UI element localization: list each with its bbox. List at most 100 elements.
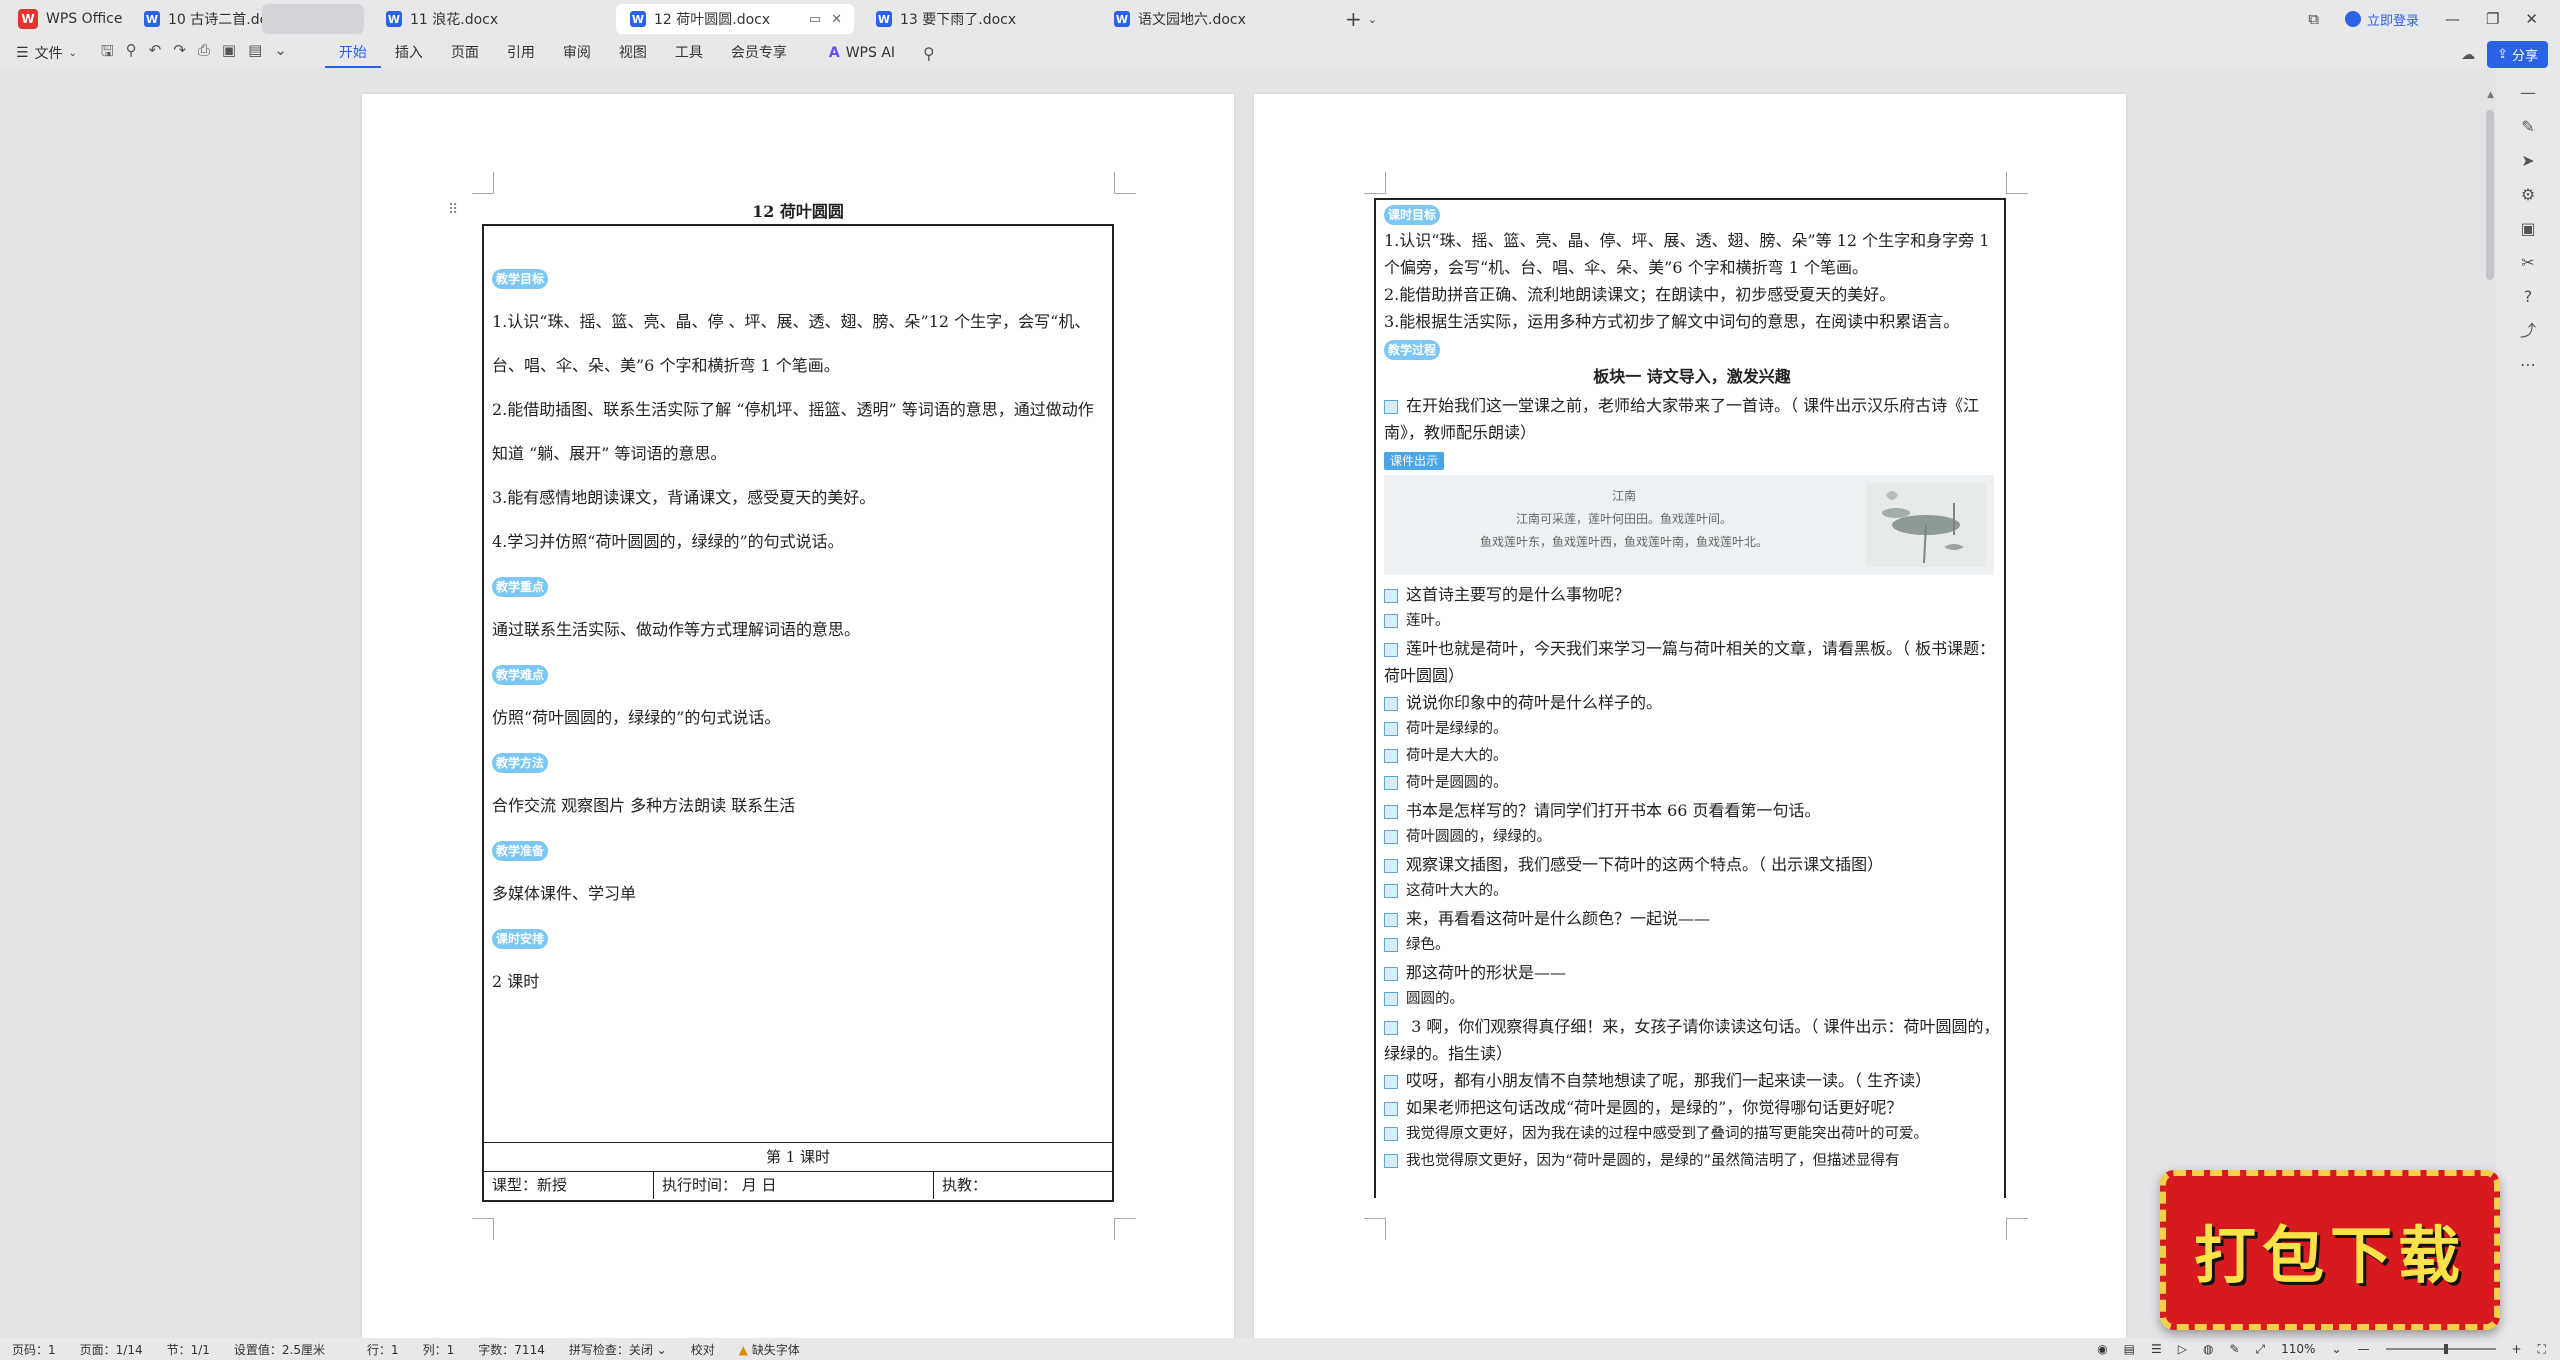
web-view-icon[interactable]: ◍ [2203, 1342, 2213, 1356]
more-icon[interactable]: ⋯ [2517, 354, 2539, 376]
dialog-line: 说说你印象中的荷叶是什么样子的。 [1406, 693, 1663, 712]
tab-start[interactable]: 开始 [324, 38, 381, 68]
dialog-line: 来，再看看这荷叶是什么颜色？一起说—— [1406, 909, 1711, 928]
restore-icon[interactable]: ❐ [2486, 10, 2499, 28]
student-marker-icon [1384, 884, 1398, 898]
status-pages[interactable]: 页面：1/14 [68, 1341, 155, 1358]
window-layout-icon[interactable]: ⧉ [2308, 10, 2319, 28]
document-canvas[interactable]: ⠿ 12 荷叶圆圆 教学目标 1.认识“珠、摇、篮、亮、晶、停 、坪、展、透、翅… [0, 68, 2496, 1338]
page-view-icon[interactable]: ▤ [2124, 1342, 2135, 1356]
tab-page[interactable]: 页面 [437, 38, 493, 68]
image-edit-icon[interactable]: ▣ [2517, 218, 2539, 240]
search-doc-icon[interactable]: ⚲ [126, 41, 137, 66]
new-tab-button[interactable]: + ⌄ [1345, 4, 1377, 34]
zoom-slider[interactable] [2385, 1344, 2496, 1354]
status-section[interactable]: 节：1/1 [155, 1341, 222, 1358]
doc-tab-4[interactable]: W 13 要下雨了.docx [862, 4, 1030, 34]
minimize-icon[interactable]: — [2445, 10, 2460, 28]
write-mode-icon[interactable]: ✎ [2229, 1342, 2239, 1356]
dialog-line: 荷叶是圆圆的。 [1406, 775, 1508, 791]
doc-tab-2[interactable]: W 11 浪花.docx [372, 4, 512, 34]
status-words[interactable]: 字数：7114 [466, 1341, 557, 1358]
dialog-line: 绿色。 [1406, 937, 1450, 953]
share-button[interactable]: ⇪ 分享 [2487, 41, 2548, 68]
search-icon[interactable]: ⚲ [923, 44, 935, 63]
chevron-down-icon: ⌄ [68, 47, 77, 59]
tab-view[interactable]: 视图 [605, 38, 661, 68]
document-page-2[interactable]: 课时目标 1.认识“珠、摇、篮、亮、晶、停、坪、展、透、翅、膀、朵”等 12 个… [1254, 94, 2126, 1338]
tab-review[interactable]: 审阅 [549, 38, 605, 68]
dialog-line: 圆圆的。 [1406, 991, 1464, 1007]
status-missing-font[interactable]: ▲ 缺失字体 [727, 1341, 812, 1358]
dialog-line: 荷叶圆圆的，绿绿的。 [1406, 829, 1551, 845]
pin-icon[interactable]: ▭ [809, 12, 821, 27]
close-window-icon[interactable]: ✕ [2525, 10, 2538, 28]
tab-insert[interactable]: 插入 [381, 38, 437, 68]
zoom-in-icon[interactable]: + [2512, 1342, 2522, 1356]
section-badge: 课时目标 [1384, 204, 1441, 225]
more-chevron-icon[interactable]: ⌄ [274, 41, 287, 66]
courseware-slide: 江南 江南可采莲，莲叶何田田。鱼戏莲叶间。 鱼戏莲叶东，鱼戏莲叶西，鱼戏莲叶南，… [1384, 475, 1994, 575]
redo-icon[interactable]: ↷ [173, 41, 186, 66]
share-area: ☁ ⇪ 分享 [2461, 41, 2548, 68]
zoom-level[interactable]: 110% [2281, 1342, 2315, 1356]
drag-handle-icon[interactable]: ⠿ [448, 202, 458, 218]
eye-protect-icon[interactable]: ◉ [2097, 1342, 2107, 1356]
pen-icon[interactable]: ✎ [2517, 116, 2539, 138]
student-marker-icon [1384, 1127, 1398, 1141]
undo-icon[interactable]: ↶ [149, 41, 162, 66]
paragraph: 4.学习并仿照“荷叶圆圆的，绿绿的”的句式说话。 [492, 532, 844, 551]
doc-tab-active[interactable]: W 12 荷叶圆圆.docx ▭ ✕ [616, 4, 854, 34]
status-proof[interactable]: 校对 [679, 1341, 727, 1358]
doc-tab-blank[interactable] [262, 4, 364, 34]
read-mode-icon[interactable]: ▷ [2178, 1342, 2187, 1356]
document-page-1[interactable]: ⠿ 12 荷叶圆圆 教学目标 1.认识“珠、摇、篮、亮、晶、停 、坪、展、透、翅… [362, 94, 1234, 1338]
image-icon[interactable]: ▤ [248, 41, 262, 66]
login-button[interactable]: 立即登录 [2344, 10, 2419, 29]
fullscreen-icon[interactable]: ⛶ [2538, 1342, 2546, 1357]
app-home-tab[interactable]: W WPS Office [0, 0, 141, 38]
teacher-marker-icon [1384, 642, 1398, 657]
download-promo-stamp[interactable]: 打包下载 [2160, 1170, 2500, 1330]
teacher-marker-icon [1384, 804, 1398, 819]
vertical-scrollbar-thumb[interactable] [2486, 110, 2494, 280]
zoom-slider-thumb[interactable] [2443, 1344, 2448, 1354]
block-heading: 板块一 诗文导入，激发兴趣 [1593, 367, 1791, 386]
paragraph: 2.能借助插图、联系生活实际了解 “停机坪、摇篮、透明” 等词语的意思，通过做动… [492, 400, 1094, 463]
margin-corner-mark [1364, 1218, 1386, 1240]
zoom-out-icon[interactable]: — [2358, 1342, 2370, 1356]
student-marker-icon [1384, 776, 1398, 790]
tab-references[interactable]: 引用 [493, 38, 549, 68]
print-icon[interactable]: ⎙ [198, 41, 210, 66]
execution-time: 执行时间： 月 日 [654, 1172, 934, 1199]
tab-tools[interactable]: 工具 [661, 38, 717, 68]
settings-sliders-icon[interactable]: ⚙ [2517, 184, 2539, 206]
status-setting[interactable]: 设置值：2.5厘米 [222, 1341, 337, 1358]
status-col[interactable]: 列：1 [411, 1341, 467, 1358]
tools-icon[interactable]: ✂ [2517, 252, 2539, 274]
export-pdf-icon[interactable]: ▣ [222, 41, 236, 66]
zoom-dropdown-icon[interactable]: ⌄ [2331, 1342, 2341, 1356]
fit-page-icon[interactable]: ⤢ [2256, 1342, 2266, 1357]
close-tab-icon[interactable]: ✕ [831, 12, 842, 27]
file-menu-button[interactable]: ☰ 文件 ⌄ [16, 43, 77, 63]
status-spellcheck[interactable]: 拼写检查：关闭 ⌄ [557, 1341, 679, 1358]
select-arrow-icon[interactable]: ➤ [2517, 150, 2539, 172]
help-icon[interactable]: ? [2517, 286, 2539, 308]
scroll-up-icon[interactable]: ▲ [2487, 90, 2494, 100]
cloud-sync-icon[interactable]: ☁ [2461, 47, 2475, 63]
teacher-marker-icon [1384, 696, 1398, 711]
tab-member[interactable]: 会员专享 [717, 38, 801, 68]
goal-item: 3.能根据生活实际，运用多种方式初步了解文中词句的意思，在阅读中积累语言。 [1384, 312, 1960, 331]
outline-view-icon[interactable]: ☰ [2151, 1342, 2162, 1356]
wps-ai-button[interactable]: A WPS AI [815, 45, 909, 61]
share-link-icon[interactable]: ⤴ [2517, 320, 2539, 342]
lesson-plan-table: 教学目标 1.认识“珠、摇、篮、亮、晶、停 、坪、展、透、翅、膀、朵”12 个生… [482, 224, 1114, 1202]
dialog-line: 荷叶是大大的。 [1406, 748, 1508, 764]
save-icon[interactable]: 🖫 [101, 41, 114, 66]
margin-corner-mark [1114, 172, 1136, 194]
status-page[interactable]: 页码：1 [0, 1341, 68, 1358]
collapse-icon[interactable]: — [2517, 82, 2539, 104]
status-row[interactable]: 行：1 [355, 1341, 411, 1358]
doc-tab-5[interactable]: W 语文园地六.docx [1100, 4, 1260, 34]
